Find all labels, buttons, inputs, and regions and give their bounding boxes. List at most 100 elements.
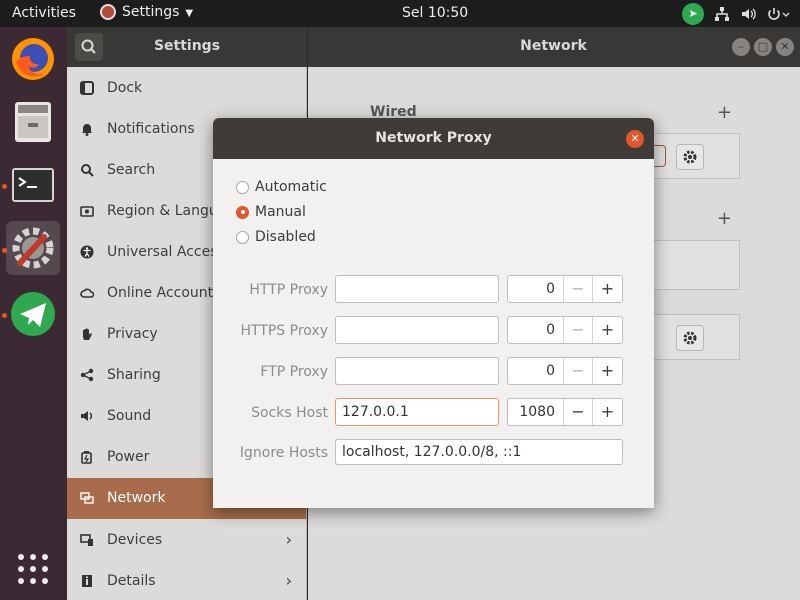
- network-wired-icon[interactable]: [714, 6, 730, 22]
- http-port-increment[interactable]: +: [593, 276, 622, 302]
- https-proxy-host-field[interactable]: [335, 316, 499, 344]
- chevron-right-icon: ›: [285, 530, 292, 550]
- sidebar-item-label: Power: [107, 449, 150, 466]
- radio-label: Automatic: [255, 179, 327, 195]
- ftp-port-decrement[interactable]: −: [564, 358, 593, 384]
- radio-manual[interactable]: Manual: [236, 204, 306, 220]
- wired-settings-button[interactable]: [676, 144, 704, 170]
- hand-icon: [79, 326, 95, 342]
- speaker-icon: [79, 408, 95, 424]
- maximize-button[interactable]: □: [754, 38, 772, 56]
- files-launcher[interactable]: [6, 94, 60, 148]
- dialog-title: Network Proxy: [375, 130, 492, 146]
- sidebar-item-label: Devices: [107, 531, 163, 548]
- wired-connection-row: [630, 133, 740, 179]
- radio-indicator: [236, 180, 249, 194]
- app-menu-label: Settings: [122, 4, 180, 20]
- socks-port-value[interactable]: 1080: [508, 399, 564, 425]
- socks-port-increment[interactable]: +: [593, 399, 622, 425]
- https-port-decrement[interactable]: −: [564, 317, 593, 343]
- ftp-proxy-label: FTP Proxy: [260, 364, 328, 380]
- sidebar-item-details[interactable]: Details ›: [67, 560, 306, 600]
- socks-host-field[interactable]: 127.0.0.1: [335, 398, 499, 426]
- telegram-launcher[interactable]: [6, 287, 60, 341]
- http-port-value[interactable]: 0: [508, 276, 564, 302]
- online-accounts-icon: [79, 285, 95, 301]
- settings-gear-wrench-icon: [12, 227, 54, 269]
- firefox-launcher[interactable]: [6, 32, 60, 86]
- devices-icon: [79, 532, 95, 548]
- share-icon: [79, 367, 95, 383]
- settings-headerbar: Settings Network – □ ✕: [67, 27, 800, 67]
- telegram-tray-icon[interactable]: ➤: [682, 3, 704, 25]
- volume-icon[interactable]: [740, 6, 756, 22]
- radio-indicator: [236, 230, 249, 244]
- socks-port-decrement[interactable]: −: [564, 399, 593, 425]
- sidebar-item-label: Privacy: [107, 326, 158, 343]
- http-port-spinner: 0 − +: [507, 275, 623, 303]
- radio-disabled[interactable]: Disabled: [236, 229, 316, 245]
- https-proxy-label: HTTPS Proxy: [240, 323, 328, 339]
- http-proxy-host-field[interactable]: [335, 275, 499, 303]
- socks-port-spinner: 1080 − +: [507, 398, 623, 426]
- activities-button[interactable]: Activities: [12, 5, 76, 21]
- top-bar: Activities Settings ▼ Sel 10:50 ➤: [0, 0, 800, 27]
- ignore-hosts-field[interactable]: localhost, 127.0.0.0/8, ::1: [335, 439, 623, 465]
- add-vpn-button[interactable]: +: [717, 208, 732, 229]
- settings-app-icon: [100, 4, 116, 20]
- power-menu-icon[interactable]: [766, 6, 790, 22]
- sidebar-item-devices[interactable]: Devices ›: [67, 519, 306, 560]
- telegram-icon: [11, 292, 55, 336]
- sidebar-item-dock[interactable]: Dock: [67, 67, 306, 108]
- network-proxy-dialog: Network Proxy ✕ Automatic Manual Disable…: [213, 118, 654, 508]
- minimize-button[interactable]: –: [732, 38, 750, 56]
- network-proxy-row[interactable]: ual: [632, 314, 740, 360]
- firefox-icon: [12, 38, 54, 80]
- sidebar-item-label: Online Accounts: [107, 285, 221, 302]
- sidebar-item-label: Sound: [107, 408, 152, 425]
- sidebar-item-label: Dock: [107, 79, 143, 96]
- terminal-launcher[interactable]: [6, 158, 60, 212]
- terminal-icon: [12, 168, 54, 202]
- file-cabinet-icon: [15, 102, 51, 142]
- search-icon: [79, 162, 95, 178]
- ftp-port-increment[interactable]: +: [593, 358, 622, 384]
- dialog-headerbar: Network Proxy ✕: [213, 118, 654, 159]
- window-controls: – □ ✕: [732, 38, 794, 56]
- sidebar-item-label: Universal Access: [107, 243, 225, 260]
- ftp-port-value[interactable]: 0: [508, 358, 564, 384]
- ignore-hosts-label: Ignore Hosts: [239, 445, 328, 461]
- chevron-right-icon: ›: [285, 571, 292, 591]
- close-window-button[interactable]: ✕: [776, 38, 794, 56]
- dialog-close-button[interactable]: ✕: [626, 130, 644, 148]
- gear-icon: [683, 150, 697, 164]
- network-icon: [79, 490, 95, 506]
- https-port-value[interactable]: 0: [508, 317, 564, 343]
- vpn-row: [640, 240, 740, 290]
- clock[interactable]: Sel 10:50: [402, 5, 468, 21]
- system-tray: ➤: [682, 3, 790, 25]
- bell-icon: [79, 121, 95, 137]
- caret-down-icon: ▼: [185, 7, 194, 19]
- power-icon: [79, 449, 95, 465]
- dock: [0, 27, 67, 600]
- sidebar-title: Settings: [153, 38, 221, 54]
- app-menu[interactable]: Settings ▼: [100, 4, 193, 20]
- proxy-settings-button[interactable]: [676, 325, 704, 351]
- panel-title: Network: [520, 38, 587, 54]
- add-wired-button[interactable]: +: [717, 102, 732, 123]
- settings-launcher[interactable]: [6, 221, 60, 275]
- show-applications-button[interactable]: [17, 553, 49, 589]
- radio-automatic[interactable]: Automatic: [236, 179, 327, 195]
- radio-label: Disabled: [255, 229, 316, 245]
- socks-host-label: Socks Host: [251, 405, 328, 421]
- ftp-proxy-host-field[interactable]: [335, 357, 499, 385]
- ftp-port-spinner: 0 − +: [507, 357, 623, 385]
- sidebar-item-label: Network: [107, 490, 166, 507]
- http-port-decrement[interactable]: −: [564, 276, 593, 302]
- radio-label: Manual: [255, 204, 306, 220]
- gear-icon: [683, 331, 697, 345]
- sidebar-item-label: Sharing: [107, 367, 161, 384]
- sidebar-item-label: Search: [107, 161, 156, 178]
- https-port-increment[interactable]: +: [593, 317, 622, 343]
